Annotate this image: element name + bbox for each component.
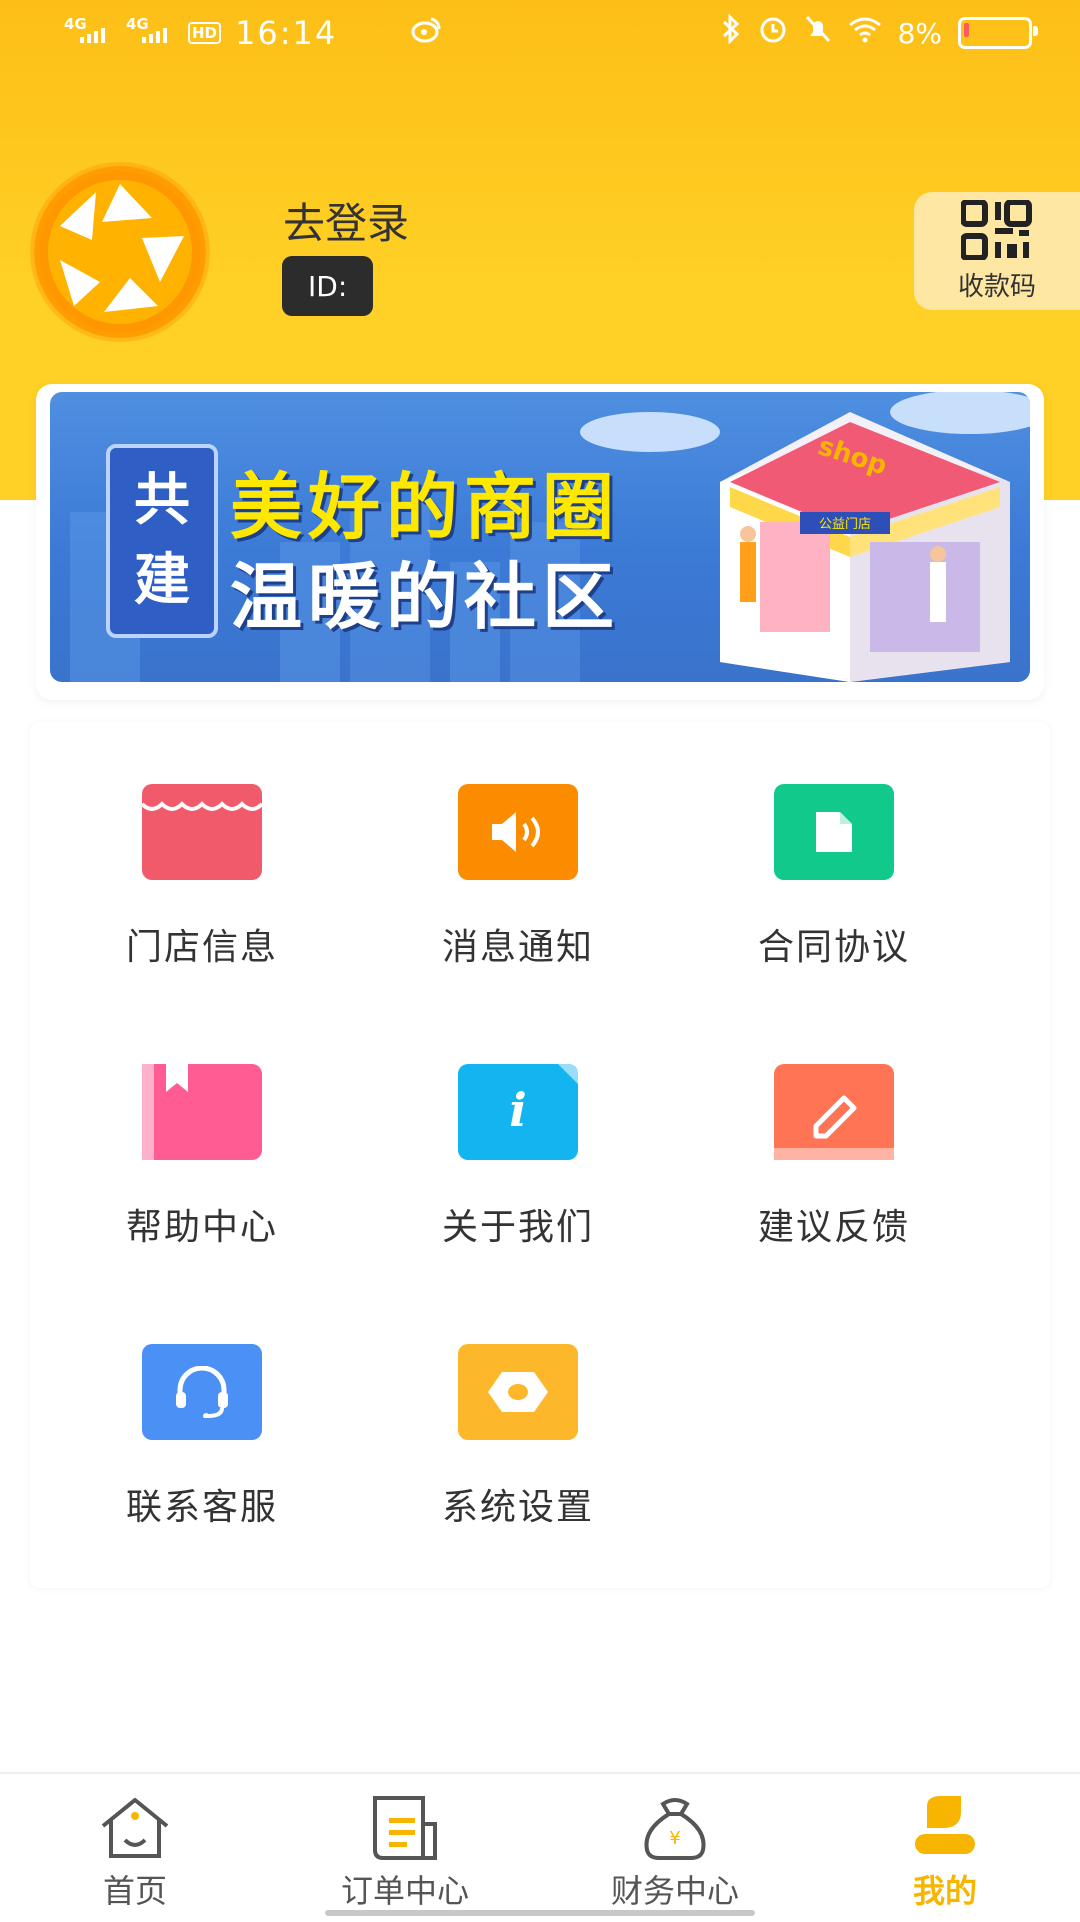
nav-tab-mine[interactable]: 我的	[835, 1774, 1055, 1922]
home-icon	[101, 1798, 169, 1858]
store-icon	[142, 784, 262, 880]
store-sign-text: 公益门店	[819, 517, 871, 532]
settings-nut-icon	[458, 1344, 578, 1440]
qr-code-icon	[961, 199, 1032, 260]
grid-item-settings[interactable]: 系统设置	[346, 1282, 666, 1528]
bluetooth-icon	[720, 13, 742, 52]
grid-label-feedback: 建议反馈	[757, 1207, 910, 1248]
grid-label-contracts: 合同协议	[757, 927, 910, 968]
qr-label: 收款码	[957, 271, 1036, 302]
nav-label-orders: 订单中心	[340, 1872, 469, 1910]
banner-subtitle: 温暖的社区	[230, 555, 621, 639]
alarm-icon	[758, 14, 788, 52]
document-icon	[774, 784, 894, 880]
svg-text:i: i	[509, 1083, 526, 1137]
grid-label-settings: 系统设置	[441, 1487, 594, 1528]
banner-badge: 共 建	[106, 444, 218, 638]
headset-icon	[142, 1344, 262, 1440]
aperture-logo-icon	[40, 172, 200, 332]
battery-percent: 8%	[897, 16, 942, 50]
svg-text:¥: ¥	[669, 1828, 680, 1849]
grid-label-customer-service: 联系客服	[125, 1487, 278, 1528]
info-icon: i	[458, 1064, 578, 1160]
grid-label-store-info: 门店信息	[125, 927, 278, 968]
signal-icon-1: 4G	[64, 16, 112, 48]
weibo-notification-icon	[411, 16, 441, 51]
signal-icon-2: 4G	[126, 16, 174, 48]
mute-bell-icon	[804, 14, 832, 52]
badge-char-1: 共	[134, 468, 190, 533]
grid-label-help-center: 帮助中心	[125, 1207, 278, 1248]
banner-card: 共 建 美好的商圈 温暖的社区 公益门店 shop	[36, 384, 1044, 700]
grid-item-about-us[interactable]: i 关于我们	[346, 1002, 666, 1248]
nav-label-mine: 我的	[912, 1872, 977, 1910]
login-link[interactable]: 去登录	[283, 190, 409, 251]
grid-item-customer-service[interactable]: 联系客服	[30, 1282, 350, 1528]
shop-building-illustration: 公益门店 shop	[720, 412, 1010, 682]
grid-item-store-info[interactable]: 门店信息	[30, 722, 350, 968]
payment-qr-button[interactable]: 收款码	[914, 192, 1080, 310]
pencil-icon	[774, 1064, 894, 1160]
user-id-badge: ID:	[282, 256, 374, 316]
money-bag-icon: ¥	[644, 1798, 706, 1860]
grid-item-help-center[interactable]: 帮助中心	[30, 1002, 350, 1248]
nav-tab-finance[interactable]: ¥ 财务中心	[565, 1774, 785, 1922]
hd-voice-icon: HD	[188, 22, 222, 44]
order-list-icon	[373, 1796, 437, 1860]
grid-item-feedback[interactable]: 建议反馈	[662, 1002, 982, 1248]
user-icon	[915, 1796, 975, 1854]
nav-tab-home[interactable]: 首页	[25, 1774, 245, 1922]
grid-item-contracts[interactable]: 合同协议	[662, 722, 982, 968]
status-bar: 4G 4G HD 16:14 8%	[0, 0, 1080, 66]
status-time: 16:14	[235, 14, 338, 52]
promo-banner[interactable]: 共 建 美好的商圈 温暖的社区 公益门店 shop	[50, 392, 1030, 682]
function-grid: 门店信息 消息通知 合同协议 帮助中心 i 关于我们 建议反馈 联系客服 系统设…	[30, 722, 1050, 1588]
bottom-navigation: 首页 订单中心 ¥ 财务中心 我的	[0, 1772, 1080, 1922]
nav-label-home: 首页	[102, 1872, 167, 1910]
badge-char-2: 建	[134, 548, 190, 613]
speaker-icon	[458, 784, 578, 880]
nav-tab-orders[interactable]: 订单中心	[295, 1774, 515, 1922]
grid-label-about-us: 关于我们	[441, 1207, 594, 1248]
wifi-icon	[848, 15, 882, 51]
grid-label-notifications: 消息通知	[441, 927, 594, 968]
avatar[interactable]	[34, 166, 206, 338]
nav-label-finance: 财务中心	[610, 1872, 739, 1910]
home-indicator[interactable]	[325, 1910, 755, 1916]
grid-item-notifications[interactable]: 消息通知	[346, 722, 666, 968]
battery-icon	[958, 17, 1038, 49]
bookmark-book-icon	[142, 1064, 262, 1160]
